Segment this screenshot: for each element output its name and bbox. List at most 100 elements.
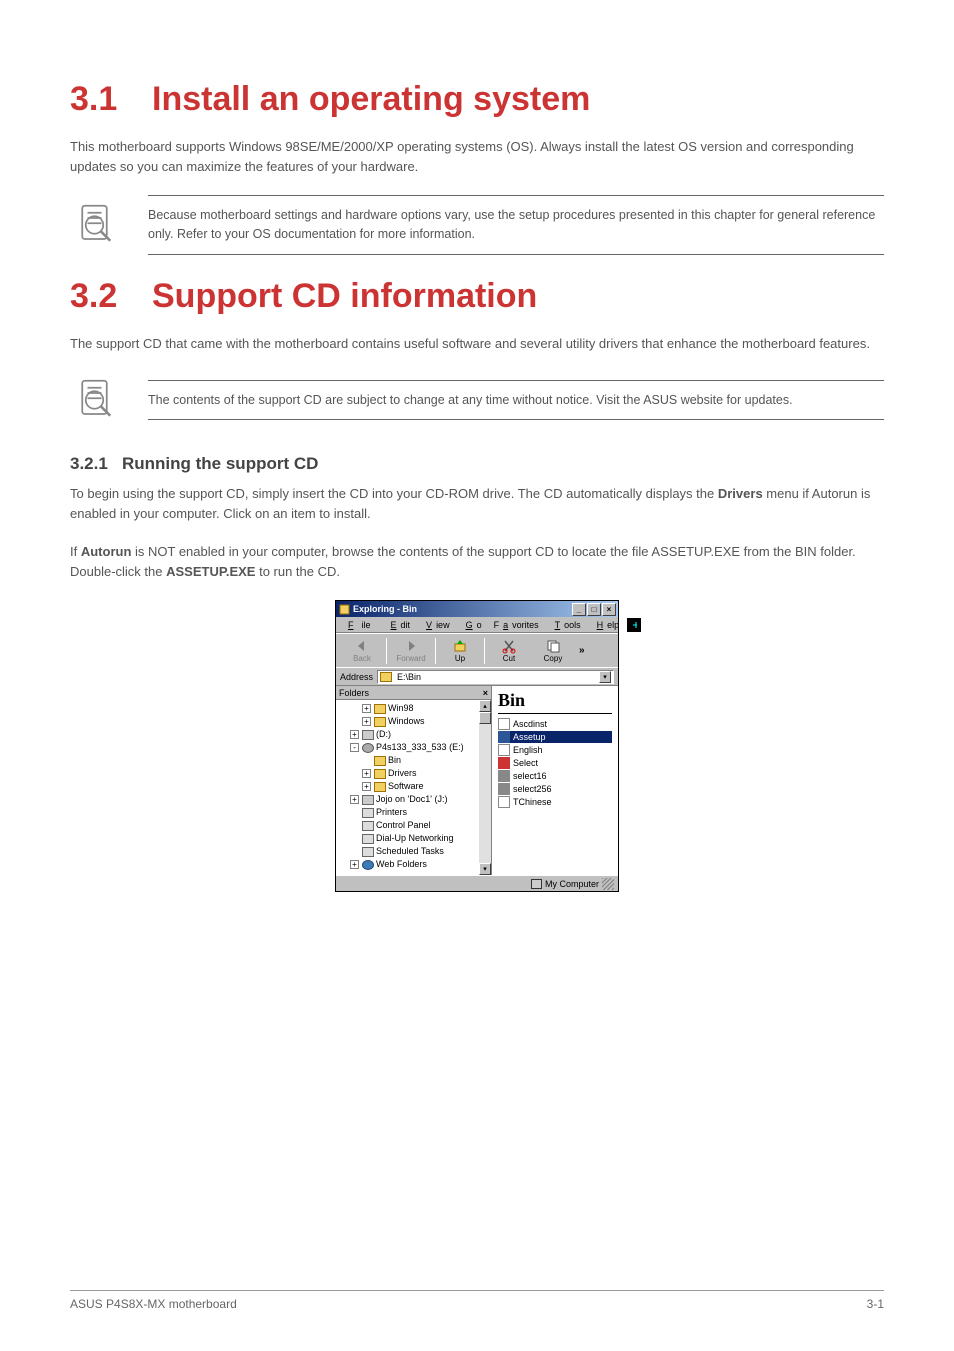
- file-name: select256: [513, 784, 552, 794]
- file-icon: [498, 770, 510, 782]
- cdrom-icon: [362, 743, 374, 753]
- file-list[interactable]: Ascdinst AssetupEnglishSelectselect16 sele…: [498, 718, 612, 808]
- maximize-button[interactable]: □: [587, 603, 601, 616]
- folder-open-icon: [374, 756, 386, 766]
- menu-edit[interactable]: Edit: [383, 620, 415, 630]
- file-item[interactable]: Ascdinst: [498, 718, 612, 730]
- forward-button[interactable]: Forward: [389, 638, 433, 663]
- menubar: File Edit View Go Favorites Tools Help: [336, 617, 618, 633]
- close-pane-button[interactable]: ×: [483, 688, 488, 698]
- file-icon: [498, 757, 510, 769]
- copy-button[interactable]: Copy: [531, 638, 575, 663]
- file-item[interactable]: select16: [498, 770, 612, 782]
- tree-item[interactable]: +Windows: [338, 715, 479, 728]
- folder-closed-icon: [374, 782, 386, 792]
- expand-toggle[interactable]: +: [362, 704, 371, 713]
- printer-icon: [362, 834, 374, 844]
- expand-toggle[interactable]: +: [350, 795, 359, 804]
- toolbar-more[interactable]: »: [575, 645, 589, 656]
- scroll-down-button[interactable]: ▾: [479, 863, 491, 875]
- titlebar[interactable]: Exploring - Bin _ □ ×: [336, 601, 618, 617]
- tree-item[interactable]: Printers: [338, 806, 479, 819]
- split-panes: Folders × +Win98+Windows+(D:)-P4s133_333…: [336, 685, 618, 875]
- section-number: 3.1: [70, 80, 124, 119]
- printer-icon: [362, 821, 374, 831]
- tree-label: P4s133_333_533 (E:): [376, 741, 464, 754]
- file-item[interactable]: Assetup: [498, 731, 612, 743]
- expand-toggle[interactable]: -: [350, 743, 359, 752]
- section-3-1-heading: 3.1 Install an operating system: [70, 80, 884, 119]
- file-icon: [498, 718, 510, 730]
- tree-label: (D:): [376, 728, 391, 741]
- tree-item[interactable]: + (D:): [338, 728, 479, 741]
- tree-item[interactable]: +Web Folders: [338, 858, 479, 871]
- resize-grip[interactable]: [602, 878, 614, 890]
- file-item[interactable]: Select: [498, 757, 612, 769]
- tree-item[interactable]: Scheduled Tasks: [338, 845, 479, 858]
- expand-toggle[interactable]: +: [362, 769, 371, 778]
- footer-right: 3-1: [867, 1297, 884, 1311]
- tree-item[interactable]: +Jojo on 'Doc1' (J:): [338, 793, 479, 806]
- scroll-up-button[interactable]: ▴: [479, 700, 491, 712]
- file-item[interactable]: TChinese: [498, 796, 612, 808]
- address-box[interactable]: E:\Bin ▾: [377, 670, 614, 684]
- file-icon: [498, 744, 510, 756]
- scroll-track[interactable]: [479, 724, 491, 863]
- file-icon: [498, 783, 510, 795]
- tree-label: Control Panel: [376, 819, 431, 832]
- address-dropdown[interactable]: ▾: [599, 671, 611, 683]
- computer-icon: [531, 879, 542, 889]
- file-icon: [498, 731, 510, 743]
- menu-tools[interactable]: Tools: [547, 620, 585, 630]
- tree-item[interactable]: + Drivers: [338, 767, 479, 780]
- up-button[interactable]: Up: [438, 638, 482, 663]
- file-list-pane: Bin Ascdinst AssetupEnglishSelectselect16…: [492, 686, 618, 875]
- bold-autorun: Autorun: [81, 544, 132, 559]
- menu-favorites[interactable]: Favorites: [490, 620, 543, 630]
- file-item[interactable]: select256: [498, 783, 612, 795]
- cut-button[interactable]: Cut: [487, 638, 531, 663]
- expand-toggle[interactable]: +: [362, 717, 371, 726]
- tree-label: Drivers: [388, 767, 417, 780]
- tree-scrollbar[interactable]: ▴ ▾: [479, 700, 491, 875]
- menu-file[interactable]: File: [340, 620, 379, 630]
- tree-label: Dial-Up Networking: [376, 832, 454, 845]
- folder-title: Bin: [498, 690, 612, 714]
- tree-item[interactable]: Control Panel: [338, 819, 479, 832]
- up-icon: [452, 638, 468, 654]
- page-footer: ASUS P4S8X-MX motherboard 3-1: [70, 1290, 884, 1311]
- close-button[interactable]: ×: [602, 603, 616, 616]
- section-number: 3.2: [70, 277, 124, 316]
- file-item[interactable]: English: [498, 744, 612, 756]
- expand-toggle: [350, 834, 359, 843]
- menu-view[interactable]: View: [418, 620, 454, 630]
- run-cd-para: To begin using the support CD, simply in…: [70, 484, 884, 524]
- expand-toggle[interactable]: +: [350, 860, 359, 869]
- expand-toggle[interactable]: +: [362, 782, 371, 791]
- toolbar-sep: [435, 638, 436, 664]
- expand-toggle[interactable]: +: [350, 730, 359, 739]
- expand-toggle: [350, 821, 359, 830]
- tree-item[interactable]: +Win98: [338, 702, 479, 715]
- note-text: Because motherboard settings and hardwar…: [148, 195, 884, 255]
- window-title: Exploring - Bin: [353, 604, 417, 614]
- file-icon: [498, 796, 510, 808]
- printer-icon: [362, 808, 374, 818]
- folder-tree[interactable]: +Win98+Windows+(D:)-P4s133_333_533 (E:)B…: [336, 700, 479, 875]
- tree-item[interactable]: - P4s133_333_533 (E:): [338, 741, 479, 754]
- status-text: My Computer: [545, 879, 599, 889]
- folder-icon: [380, 672, 392, 682]
- subsection-heading: 3.2.1 Running the support CD: [70, 454, 884, 474]
- file-name: Ascdinst: [513, 719, 547, 729]
- toolbar: Back Forward Up Cut: [336, 633, 618, 667]
- throbber-icon: [627, 618, 641, 632]
- scroll-thumb[interactable]: [479, 712, 491, 724]
- minimize-button[interactable]: _: [572, 603, 586, 616]
- tree-item[interactable]: Dial-Up Networking: [338, 832, 479, 845]
- back-button[interactable]: Back: [340, 638, 384, 663]
- tree-item[interactable]: +Software: [338, 780, 479, 793]
- forward-arrow-icon: [403, 638, 419, 654]
- menu-help[interactable]: Help: [589, 620, 624, 630]
- tree-item[interactable]: Bin: [338, 754, 479, 767]
- menu-go[interactable]: Go: [458, 620, 486, 630]
